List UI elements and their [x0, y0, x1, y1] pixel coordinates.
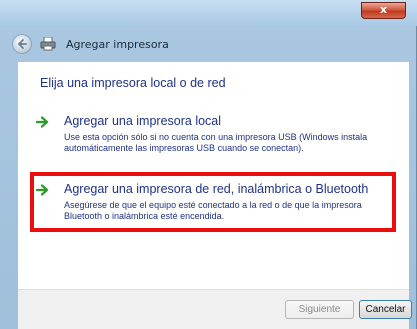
navigation-bar: Agregar impresora	[0, 26, 417, 62]
window-title: Agregar impresora	[66, 38, 169, 51]
close-icon: x	[379, 3, 388, 16]
red-highlight-box	[30, 172, 396, 232]
cancel-button[interactable]: Cancelar	[359, 300, 412, 319]
wizard-window: x Agregar impresora Elija una impresora …	[0, 0, 417, 329]
green-arrow-icon	[36, 116, 49, 128]
next-button[interactable]: Siguiente	[285, 300, 354, 319]
option-local-printer[interactable]: Agregar una impresora local Use esta opc…	[36, 114, 408, 154]
back-arrow-icon	[17, 39, 27, 49]
close-button[interactable]: x	[361, 2, 406, 19]
title-bar: x	[0, 0, 417, 26]
page-heading: Elija una impresora local o de red	[40, 76, 226, 90]
button-bar: Siguiente Cancelar	[18, 289, 412, 329]
option-local-title[interactable]: Agregar una impresora local	[64, 114, 221, 128]
printer-icon	[40, 37, 56, 51]
option-local-description: Use esta opción sólo si no cuenta con un…	[64, 132, 368, 153]
back-button[interactable]	[12, 34, 32, 54]
